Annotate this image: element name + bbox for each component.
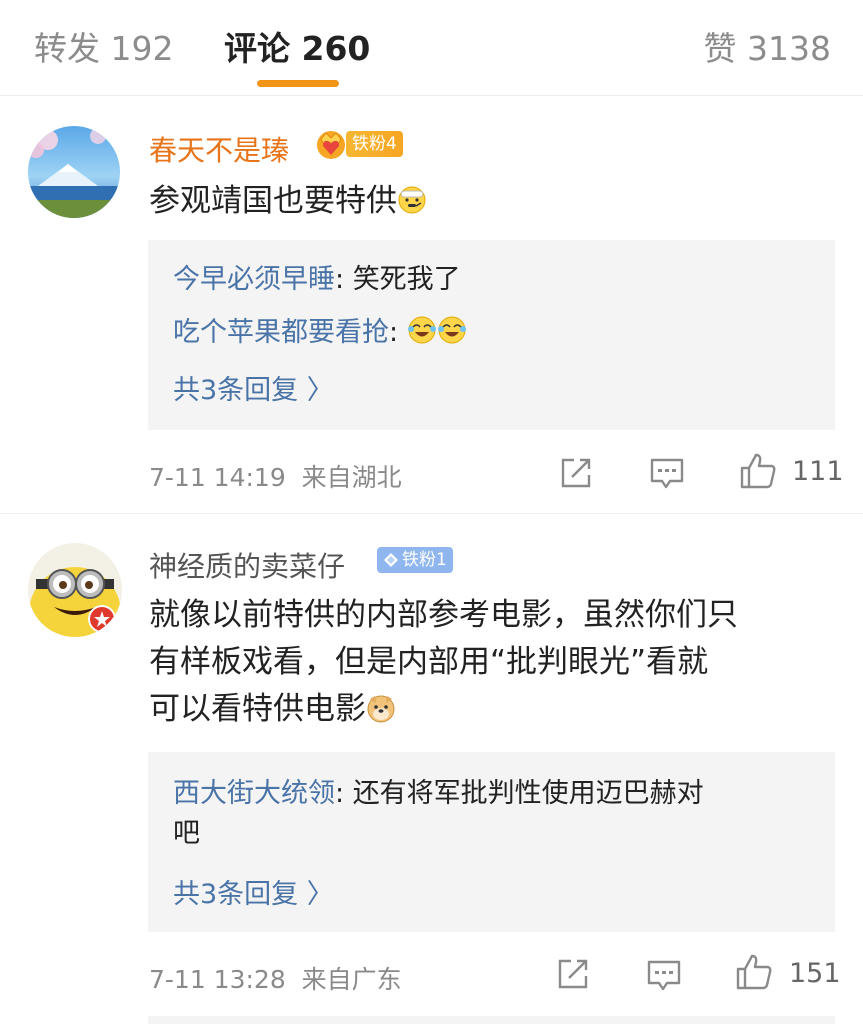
avatar[interactable] xyxy=(28,126,120,218)
comment-location: 来自湖北 xyxy=(301,463,402,492)
reply-username[interactable]: 今早必须早睡 xyxy=(173,264,335,295)
like-count: 151 xyxy=(789,958,841,989)
reply-username[interactable]: 吃个苹果都要看抢 xyxy=(173,317,389,348)
fan-level-badge: 铁粉4 xyxy=(346,131,403,157)
reply-item: 今早必须早睡: 笑死我了 xyxy=(173,264,461,295)
comment-text: 参观靖国也要特供 xyxy=(149,178,839,225)
comment-time: 7-11 13:28 xyxy=(149,965,286,994)
tab-repost[interactable]: 转发 192 xyxy=(34,22,173,70)
reply-preview-box[interactable]: 西大街大统领: 还有将军批判性使用迈巴赫对 吧 共3条回复 〉 xyxy=(148,752,835,932)
comment-divider xyxy=(0,513,863,514)
reply-username[interactable]: 西大街大统领 xyxy=(173,778,335,809)
comment-meta: 7-11 14:19 来自湖北 xyxy=(149,458,402,494)
reply-text: 笑死我了 xyxy=(352,264,461,295)
avatar[interactable] xyxy=(28,543,122,637)
laugh-cry-emoji-icon xyxy=(437,316,466,344)
fan-level-badge: 铁粉1 xyxy=(377,547,453,573)
comment-reply-icon[interactable] xyxy=(649,455,685,491)
share-icon[interactable] xyxy=(558,455,594,491)
more-replies-link[interactable]: 共3条回复 〉 xyxy=(173,872,334,911)
comment-location: 来自广东 xyxy=(301,965,402,994)
reply-item: 吃个苹果都要看抢: xyxy=(173,315,467,350)
comment-meta: 7-11 13:28 来自广东 xyxy=(149,960,402,996)
thumbs-up-icon[interactable] xyxy=(739,452,777,490)
fan-level-text: 铁粉1 xyxy=(402,550,447,570)
like-count: 111 xyxy=(792,456,844,487)
comment-reply-icon[interactable] xyxy=(646,957,682,993)
comment-text-line: 可以看特供电影 xyxy=(149,686,839,733)
reply-preview-box[interactable]: 今早必须早睡: 笑死我了 吃个苹果都要看抢: 共3条回复 〉 xyxy=(148,240,835,430)
more-replies-link[interactable]: 共3条回复 〉 xyxy=(173,368,334,407)
reply-text-continued: 吧 xyxy=(173,818,200,849)
active-tab-indicator xyxy=(257,80,339,87)
share-icon[interactable] xyxy=(555,956,591,992)
comment-text-line: 就像以前特供的内部参考电影，虽然你们只 xyxy=(149,597,738,633)
comment-text: 就像以前特供的内部参考电影，虽然你们只 有样板戏看，但是内部用“批判眼光”看就 … xyxy=(149,592,839,733)
reply-item: 西大街大统领: 还有将军批判性使用迈巴赫对 xyxy=(173,778,704,809)
fan-badge: 铁粉1 xyxy=(377,546,453,574)
reply-text: 还有将军批判性使用迈巴赫对 xyxy=(352,778,704,809)
comment-time: 7-11 14:19 xyxy=(149,463,286,492)
doge-emoji-icon xyxy=(367,695,395,723)
next-reply-preview-box xyxy=(148,1016,835,1024)
sick-face-emoji-icon xyxy=(398,186,426,214)
tab-likes[interactable]: 赞 3138 xyxy=(704,22,831,70)
thumbs-up-icon[interactable] xyxy=(735,953,773,991)
comment-tabs: 转发 192 评论 260 赞 3138 xyxy=(0,0,863,96)
comment-text-line: 有样板戏看，但是内部用“批判眼光”看就 xyxy=(149,644,709,680)
fan-badge: 铁粉4 xyxy=(314,130,403,159)
laugh-cry-emoji-icon xyxy=(407,316,436,344)
diamond-icon xyxy=(384,553,398,567)
comment-username[interactable]: 神经质的卖菜仔 xyxy=(149,545,345,585)
crown-icon xyxy=(317,131,345,159)
comment-username[interactable]: 春天不是瑧 xyxy=(149,129,289,169)
